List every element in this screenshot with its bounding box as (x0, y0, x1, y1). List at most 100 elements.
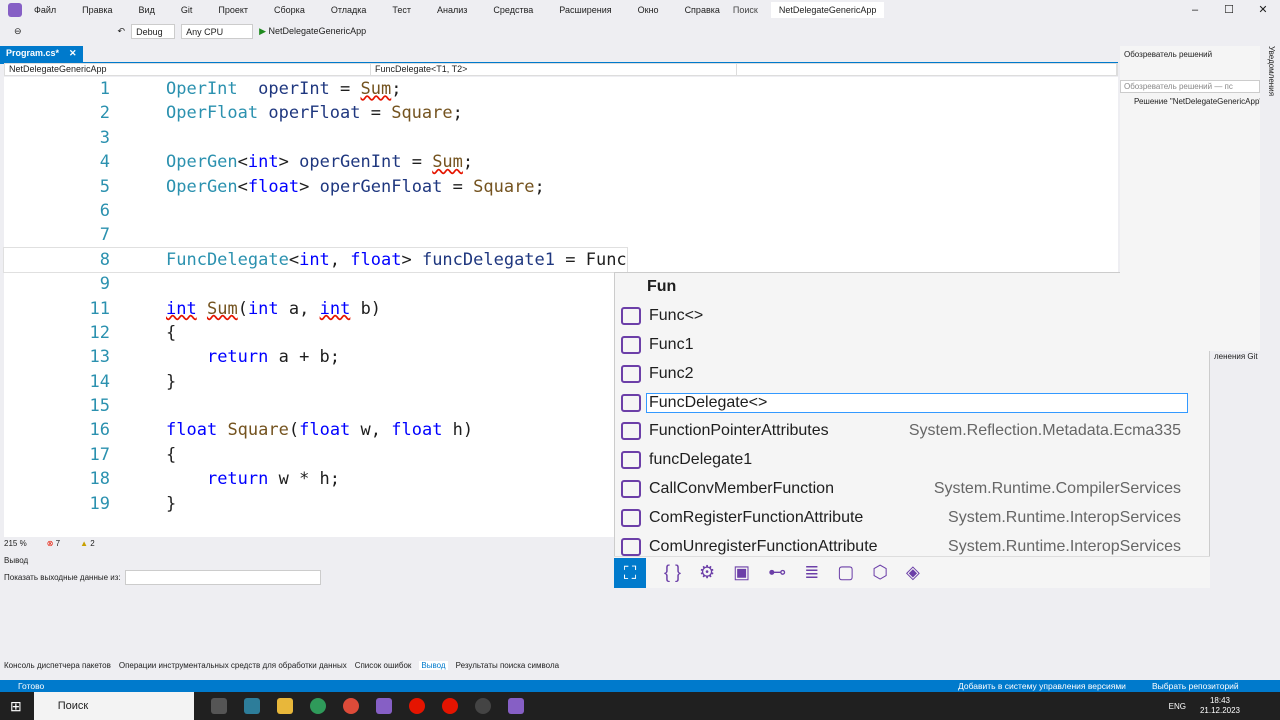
code-line[interactable]: 19} (4, 492, 627, 516)
completion-item[interactable]: funcDelegate1 (615, 446, 1209, 475)
tab-program-cs[interactable]: Program.cs* ✕ (0, 46, 83, 62)
code-line[interactable]: 8 FuncDelegate<int, float> funcDelegate1 … (3, 246, 628, 274)
maximize-button[interactable]: ☐ (1212, 0, 1246, 20)
warnings-count[interactable]: ▲ 2 (80, 538, 95, 550)
bottom-tab[interactable]: Консоль диспетчера пакетов (4, 661, 111, 670)
close-tab-icon[interactable]: ✕ (69, 48, 77, 60)
line-number: 11 (89, 298, 110, 319)
task-view-icon[interactable] (210, 698, 227, 714)
bottom-tab[interactable]: Операции инструментальных средств для об… (119, 661, 347, 670)
visual-studio-active-icon[interactable] (507, 698, 524, 714)
code-token: OperGen (166, 176, 238, 197)
menu-item[interactable]: Сборка (274, 5, 305, 15)
solution-search-input[interactable]: Обозреватель решений — пс (1120, 79, 1260, 93)
code-line[interactable]: 11 int Sum(int a, int b) (4, 297, 627, 321)
search-button[interactable]: Поиск (733, 5, 758, 15)
code-line[interactable]: 14} (4, 370, 627, 394)
errors-value: 7 (55, 539, 61, 548)
completion-item[interactable]: ComRegisterFunctionAttribute System.Runti… (615, 503, 1209, 532)
completion-item[interactable]: Func2 (615, 359, 1209, 388)
visual-studio-icon[interactable] (375, 698, 392, 714)
line-number: 8 (99, 249, 110, 270)
code-line[interactable]: 6 (4, 199, 627, 223)
edge-icon[interactable] (309, 698, 326, 714)
code-line[interactable]: 2 OperFloat operFloat = Square; (4, 101, 627, 125)
chrome-icon[interactable] (342, 698, 359, 714)
menu-item[interactable]: Справка (685, 5, 720, 15)
language-indicator[interactable]: ENG (1169, 702, 1186, 711)
code-line[interactable]: 3 (4, 126, 627, 150)
minimize-button[interactable]: – (1178, 0, 1212, 20)
completion-item[interactable]: FuncDelegate<> (615, 388, 1209, 417)
struct-filter-icon[interactable]: ▣ (733, 562, 750, 583)
store-icon[interactable] (243, 698, 260, 714)
taskbar-search[interactable]: Поиск (33, 692, 194, 720)
menu-item[interactable]: Окно (638, 5, 659, 15)
select-repo-button[interactable]: Выбрать репозиторий (1152, 680, 1239, 692)
bottom-tab[interactable]: Список ошибок (355, 661, 412, 670)
class-filter-icon[interactable]: ⚙ (699, 562, 715, 583)
code-line[interactable]: 4 OperGen<int> operGenInt = Sum; (4, 150, 627, 174)
run-button[interactable]: ▶ NetDelegateGenericApp (259, 26, 366, 37)
code-line[interactable]: 1 OperInt operInt = Sum; (4, 77, 627, 101)
menu-item[interactable]: Файл (34, 5, 56, 15)
code-line[interactable]: 17 { (4, 443, 627, 467)
namespace-filter-icon[interactable]: { } (664, 562, 681, 583)
menu-item[interactable]: Вид (139, 5, 155, 15)
code-token: OperGen (166, 152, 238, 173)
code-line[interactable]: 18 return w * h; (4, 467, 627, 491)
zoom-level[interactable]: 215 % (4, 538, 27, 550)
code-line[interactable]: 7 (4, 223, 627, 247)
field-filter-icon[interactable]: ⊷ (768, 562, 786, 583)
delegate-filter-icon[interactable]: ▢ (837, 562, 854, 583)
code-token: > (278, 152, 300, 173)
menu-item[interactable]: Средства (493, 5, 533, 15)
output-source-select[interactable] (124, 570, 321, 585)
git-changes-tab[interactable]: ленения Git (1214, 352, 1258, 361)
errors-count[interactable]: ⊗ 7 (47, 538, 60, 550)
bottom-tab[interactable]: Вывод (419, 661, 448, 670)
yandex-icon[interactable] (408, 698, 425, 714)
code-token: ; (391, 79, 402, 99)
code-line[interactable]: 15 (4, 394, 627, 418)
line-number: 16 (89, 420, 110, 441)
explorer-icon[interactable] (276, 698, 293, 714)
obs-icon[interactable] (474, 698, 491, 714)
interface-filter-icon[interactable]: ◈ (906, 562, 920, 583)
platform-select[interactable]: Any CPU (181, 23, 254, 39)
member-dropdown[interactable]: FuncDelegate<T1, T2> (371, 64, 737, 75)
close-button[interactable]: ✕ (1246, 0, 1280, 20)
code-token: return (206, 469, 269, 490)
expand-icon[interactable]: ⛶ (614, 557, 646, 588)
clock[interactable]: 18:43 21.12.2023 (1200, 696, 1240, 716)
code-line[interactable]: 5 OperGen<float> operGenFloat = Square; (4, 175, 627, 199)
code-line[interactable]: 13 return a + b; (4, 345, 627, 369)
symbol-dropdown[interactable] (737, 64, 1117, 75)
config-select[interactable]: Debug (131, 23, 176, 39)
code-line[interactable]: 16 float Square(float w, float h) (4, 418, 627, 442)
menu-item[interactable]: Правка (82, 5, 112, 15)
menu-item[interactable]: Тест (392, 5, 411, 15)
code-line[interactable]: 12 { (4, 321, 627, 345)
completion-item[interactable]: FunctionPointerAttributes System.Reflecti… (615, 417, 1209, 446)
back-icon[interactable]: ⊖ (14, 26, 22, 37)
notifications-tab[interactable]: Уведомления (1264, 46, 1276, 96)
module-filter-icon[interactable]: ⬡ (872, 562, 888, 583)
solution-tree-item[interactable]: Решение "NetDelegateGenericApp" (1120, 96, 1260, 109)
enum-filter-icon[interactable]: ≣ (804, 562, 819, 583)
bottom-tab[interactable]: Результаты поиска символа (456, 661, 559, 670)
completion-item[interactable]: CallConvMemberFunction System.Runtime.Com… (615, 475, 1209, 504)
yandex-browser-icon[interactable] (441, 698, 458, 714)
code-line[interactable]: 9 (4, 272, 627, 296)
menu-item[interactable]: Анализ (437, 5, 467, 15)
menu-item[interactable]: Расширения (559, 5, 611, 15)
start-icon[interactable]: ⊞ (10, 698, 22, 715)
menu-item[interactable]: Git (181, 5, 193, 15)
menu-item[interactable]: Отладка (331, 5, 367, 15)
undo-icon[interactable]: ↶ (118, 26, 126, 37)
project-dropdown[interactable]: NetDelegateGenericApp (5, 64, 371, 75)
code-token: = (442, 176, 474, 197)
add-vcs-button[interactable]: Добавить в систему управления версиями (958, 680, 1126, 692)
menu-item[interactable]: Проект (218, 5, 248, 15)
